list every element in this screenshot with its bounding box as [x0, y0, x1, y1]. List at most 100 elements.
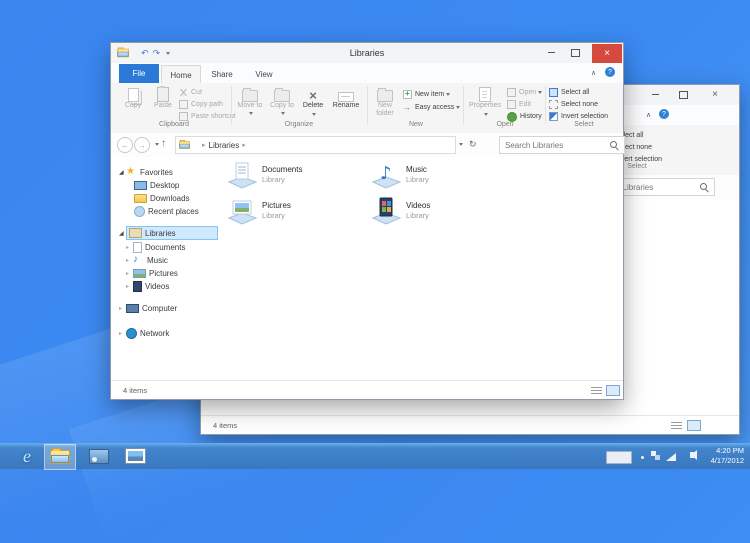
sidebar-item-documents[interactable]: ▸ Documents [111, 241, 226, 253]
tab-file[interactable]: File [119, 64, 159, 83]
breadcrumb-path[interactable]: Libraries [209, 141, 240, 150]
thumbnails-view-button[interactable] [687, 420, 701, 431]
item-count: 4 items [123, 386, 147, 395]
edit-button[interactable]: Edit [507, 99, 531, 110]
delete-button[interactable]: × Delete [299, 86, 327, 119]
clock-time: 4:20 PM [711, 446, 744, 456]
sidebar-item-recent-places[interactable]: Recent places [111, 205, 234, 217]
sidebar-item-downloads[interactable]: Downloads [111, 192, 234, 204]
details-view-button[interactable] [591, 386, 602, 394]
easy-access-button[interactable]: → Easy access [403, 102, 460, 113]
new-folder-button[interactable]: New folder [371, 86, 399, 118]
minimize-button[interactable] [541, 43, 561, 62]
taskbar-photos-app-button[interactable] [120, 444, 150, 468]
address-dropdown-icon[interactable] [459, 143, 463, 146]
expanded-icon[interactable]: ◢ [119, 169, 126, 176]
show-hidden-icons[interactable] [641, 456, 644, 459]
tab-home[interactable]: Home [161, 65, 201, 84]
collapsed-icon[interactable]: ▸ [119, 330, 126, 337]
collapsed-icon[interactable]: ▸ [126, 257, 133, 264]
sidebar-item-libraries[interactable]: ◢ Libraries [111, 227, 219, 239]
paste-button[interactable]: Paste [149, 86, 177, 110]
collapsed-icon[interactable]: ▸ [119, 305, 126, 312]
new-folder-icon [377, 90, 393, 102]
details-view-button[interactable] [671, 421, 682, 429]
volume-icon[interactable] [690, 452, 694, 458]
documents-icon [133, 242, 142, 253]
libraries-icon [129, 228, 142, 238]
network-icon[interactable] [666, 453, 676, 461]
maximize-icon [571, 49, 580, 57]
help-icon[interactable]: ? [605, 67, 615, 77]
select-none-button[interactable]: Select none [549, 99, 598, 110]
ribbon-collapse-icon[interactable]: ∧ [591, 69, 596, 77]
tile-pictures-library[interactable]: Pictures Library [226, 195, 366, 229]
cut-button[interactable]: Cut [179, 87, 202, 98]
properties-button[interactable]: Properties [467, 86, 503, 119]
documents-library-icon [226, 159, 258, 191]
content-area: ◢ ★ Favorites Desktop Downloads Recent p… [111, 157, 623, 381]
rename-button[interactable]: Rename [329, 86, 363, 110]
group-separator [367, 86, 368, 124]
recent-locations-dropdown-icon[interactable] [155, 143, 159, 146]
forward-button[interactable]: → [134, 137, 150, 153]
move-to-button[interactable]: Move to [235, 86, 265, 118]
thumbnails-view-button[interactable] [606, 385, 620, 396]
group-separator [231, 86, 232, 124]
collapsed-icon[interactable]: ▸ [126, 283, 133, 290]
copy-path-button[interactable]: Copy path [179, 99, 223, 110]
svg-text:♪: ♪ [380, 163, 392, 184]
minimize-button[interactable] [645, 85, 665, 104]
explorer-window-libraries[interactable]: ↶ ↷ Libraries × File Home Share View ∧ ?… [110, 42, 624, 400]
maximize-button[interactable] [673, 85, 693, 104]
up-button[interactable]: ↑ [161, 138, 166, 149]
sidebar-item-network[interactable]: ▸ Network [111, 327, 219, 339]
tab-view[interactable]: View [245, 65, 283, 83]
copy-button[interactable]: Copy [119, 86, 147, 110]
touch-keyboard-icon[interactable] [606, 451, 632, 464]
new-item-button[interactable]: New item [403, 89, 450, 100]
item-count: 4 items [213, 421, 237, 430]
pictures-library-icon [226, 195, 258, 227]
ribbon-collapse-icon[interactable]: ∧ [646, 111, 651, 119]
expanded-icon[interactable]: ◢ [119, 230, 126, 237]
easy-access-icon: → [403, 103, 412, 112]
close-button[interactable]: × [592, 44, 622, 63]
breadcrumb[interactable]: ▸ Libraries ▸ [175, 136, 456, 154]
select-all-button[interactable]: Select all [549, 87, 589, 98]
sidebar-item-computer[interactable]: ▸ Computer [111, 302, 219, 314]
refresh-icon[interactable]: ↻ [469, 139, 477, 150]
sidebar-item-favorites[interactable]: ◢ ★ Favorites [111, 166, 219, 178]
collapsed-icon[interactable]: ▸ [126, 244, 133, 251]
help-icon[interactable]: ? [659, 109, 669, 119]
favorites-star-icon: ★ [126, 167, 137, 177]
open-button[interactable]: Open [507, 87, 542, 98]
maximize-icon [679, 91, 688, 99]
taskbar-desktop-app-button[interactable] [84, 444, 114, 468]
back-button[interactable]: ← [117, 137, 133, 153]
action-center-icon[interactable] [651, 451, 660, 460]
sidebar-item-pictures[interactable]: ▸ Pictures [111, 267, 226, 279]
computer-icon [126, 304, 139, 313]
maximize-button[interactable] [565, 43, 585, 62]
close-button[interactable]: × [705, 85, 725, 104]
select-all-icon [549, 88, 558, 97]
collapsed-icon[interactable]: ▸ [126, 270, 133, 277]
tile-documents-library[interactable]: Documents Library [226, 159, 366, 193]
taskbar-file-explorer-button[interactable] [44, 444, 76, 470]
sidebar-item-videos[interactable]: ▸ Videos [111, 280, 226, 292]
address-bar: ← → ↑ ▸ Libraries ▸ ↻ Search Libraries [111, 133, 623, 158]
group-separator [463, 86, 464, 124]
taskbar-clock[interactable]: 4:20 PM 4/17/2012 [711, 446, 744, 466]
select-none-icon [549, 100, 558, 109]
search-icon [609, 140, 619, 150]
select-group-label: Select [547, 121, 621, 128]
search-input[interactable]: Search Libraries [499, 136, 625, 154]
taskbar-internet-explorer-button[interactable]: e [12, 444, 42, 468]
tile-music-library[interactable]: ♪ Music Library [370, 159, 510, 193]
tile-videos-library[interactable]: Videos Library [370, 195, 510, 229]
tab-share[interactable]: Share [203, 65, 241, 83]
copy-to-button[interactable]: Copy to [267, 86, 297, 118]
sidebar-item-desktop[interactable]: Desktop [111, 179, 234, 191]
sidebar-item-music[interactable]: ▸ ♪ Music [111, 254, 226, 266]
